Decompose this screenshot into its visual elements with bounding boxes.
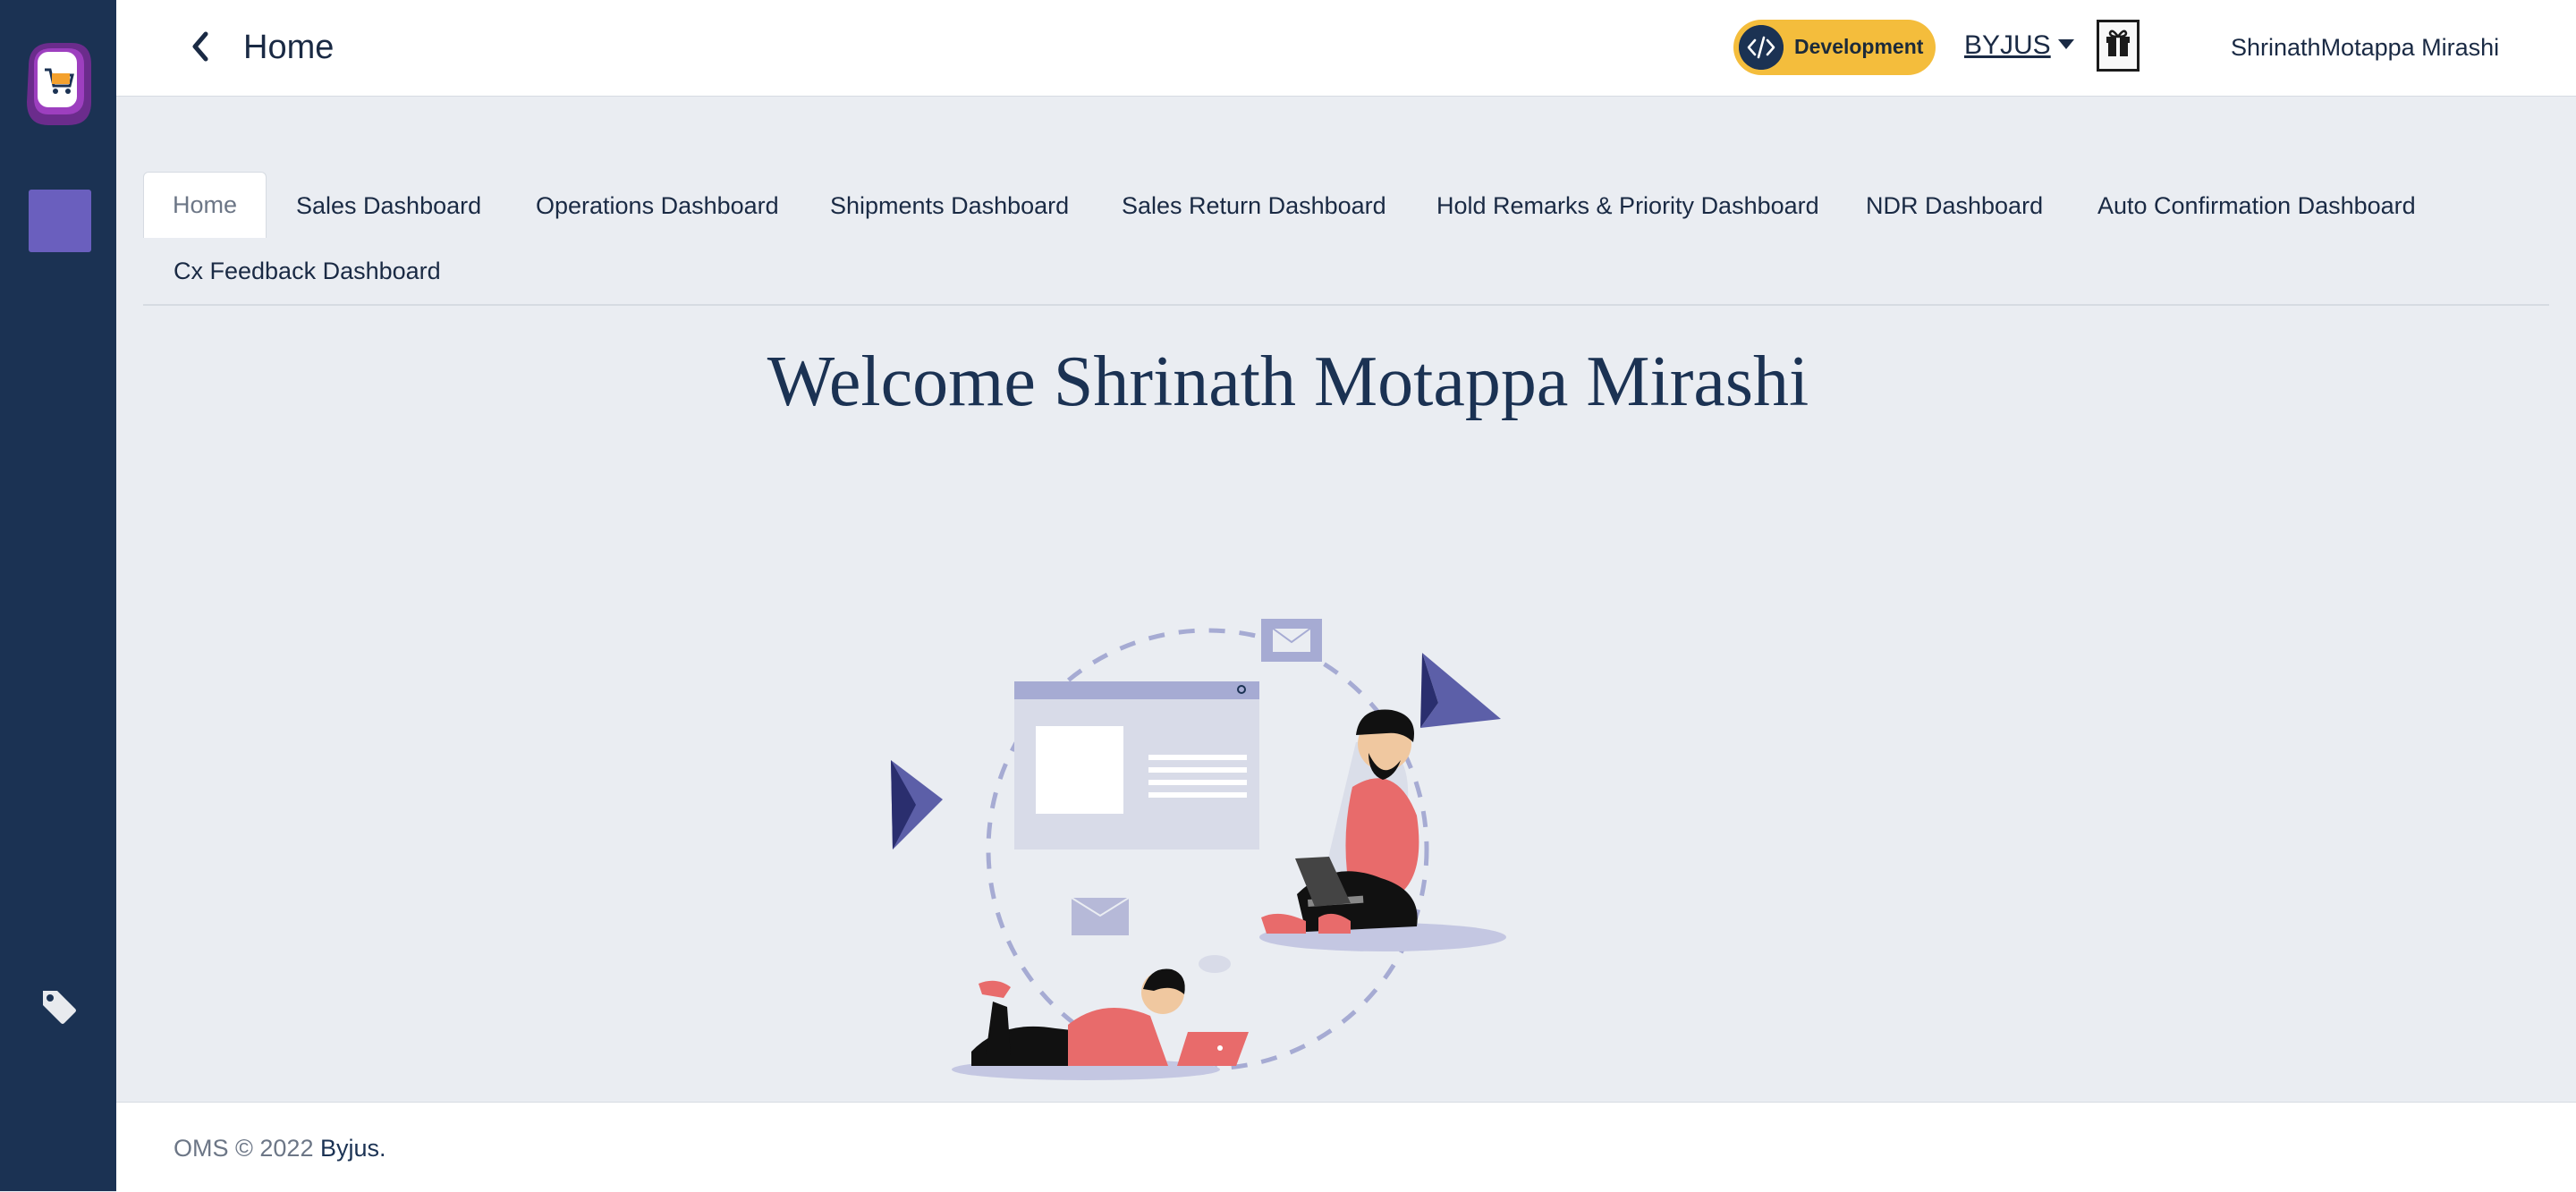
org-dropdown[interactable]: BYJUS (1964, 30, 2074, 61)
tab-operations-dashboard[interactable]: Operations Dashboard (536, 192, 779, 220)
footer-copyright: OMS © 2022 Byjus. (174, 1135, 386, 1162)
top-header: Home Development BYJUS ShrinathMotappa M… (116, 0, 2576, 97)
org-dropdown-label: BYJUS (1964, 30, 2051, 60)
tab-hold-remarks-priority-dashboard[interactable]: Hold Remarks & Priority Dashboard (1436, 192, 1819, 220)
app-icon[interactable] (29, 190, 91, 252)
tab-sales-return-dashboard[interactable]: Sales Return Dashboard (1122, 192, 1386, 220)
sidebar (0, 0, 116, 1191)
tab-sales-dashboard[interactable]: Sales Dashboard (296, 192, 481, 220)
chevron-left-icon[interactable] (186, 29, 215, 64)
tab-auto-confirmation-dashboard[interactable]: Auto Confirmation Dashboard (2097, 192, 2416, 220)
dashboard-tabs: Home Sales Dashboard Operations Dashboar… (143, 172, 2549, 306)
tag-icon[interactable] (39, 987, 79, 1027)
shopping-cart-logo-icon[interactable] (21, 39, 93, 129)
gift-icon (2106, 30, 2130, 56)
people-working-illustration (891, 619, 1506, 1080)
tab-home[interactable]: Home (143, 172, 267, 238)
environment-badge[interactable]: Development (1733, 20, 1936, 75)
tab-ndr-dashboard[interactable]: NDR Dashboard (1866, 192, 2043, 220)
user-name[interactable]: ShrinathMotappa Mirashi (2231, 34, 2499, 62)
tab-cx-feedback-dashboard[interactable]: Cx Feedback Dashboard (174, 258, 441, 285)
page-title: Home (243, 29, 335, 66)
tab-shipments-dashboard[interactable]: Shipments Dashboard (830, 192, 1069, 220)
gift-button[interactable] (2097, 20, 2140, 72)
welcome-heading: Welcome Shrinath Motappa Mirashi (767, 342, 1809, 421)
code-icon (1739, 25, 1784, 70)
footer-brand-link[interactable]: Byjus. (320, 1135, 386, 1162)
footer: OMS © 2022 Byjus. (116, 1102, 2576, 1192)
environment-label: Development (1794, 35, 1924, 58)
caret-down-icon (2057, 38, 2074, 49)
